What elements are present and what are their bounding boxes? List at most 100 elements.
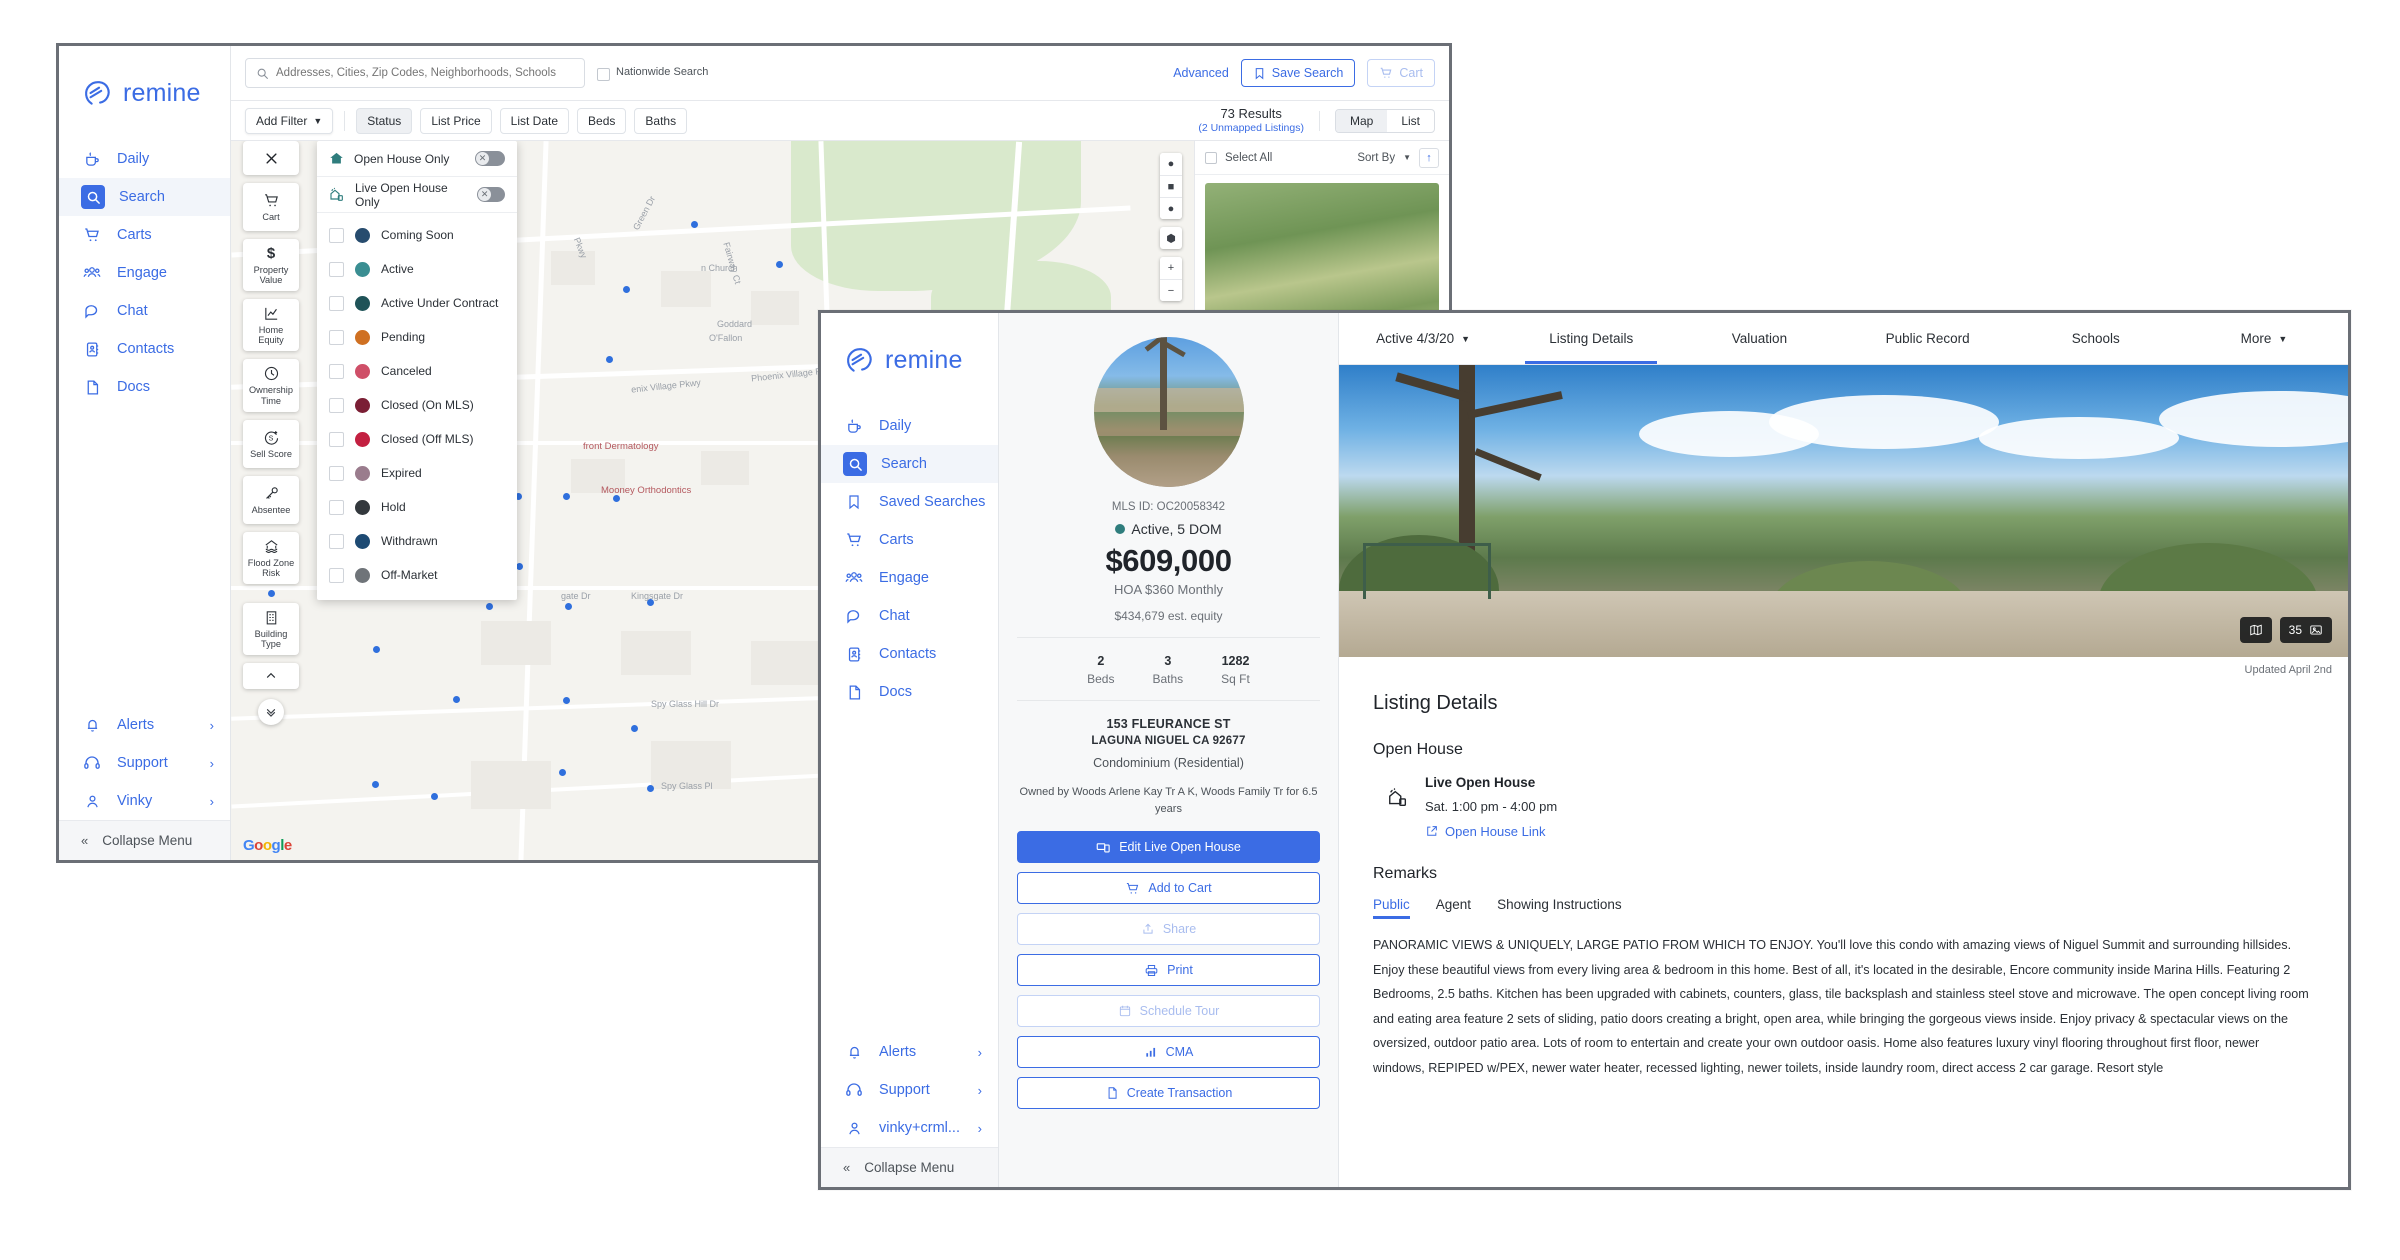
unmapped-listings[interactable]: (2 Unmapped Listings) (1198, 122, 1304, 135)
map-listing-dot[interactable] (559, 769, 566, 776)
save-search-button[interactable]: Save Search (1240, 59, 1356, 87)
schedule-tour-button[interactable]: Schedule Tour (1017, 995, 1320, 1027)
checkbox[interactable] (329, 567, 344, 583)
checkbox[interactable] (597, 67, 610, 81)
nationwide-search-checkbox[interactable]: Nationwide Search (597, 66, 708, 81)
search-input[interactable] (276, 67, 574, 79)
filter-list-price[interactable]: List Price (420, 107, 492, 134)
map-listing-dot[interactable] (776, 261, 783, 268)
remarks-tab-agent[interactable]: Agent (1436, 897, 1471, 919)
tab-more[interactable]: More ▼ (2180, 313, 2348, 364)
sort-by-label[interactable]: Sort By (1357, 152, 1395, 164)
remarks-tab-public[interactable]: Public (1373, 897, 1410, 919)
status-option-active[interactable]: Active (317, 252, 517, 286)
checkbox[interactable] (329, 363, 344, 379)
open-house-link[interactable]: Open House Link (1425, 824, 1557, 839)
checkbox[interactable] (329, 499, 344, 515)
create-transaction-button[interactable]: Create Transaction (1017, 1077, 1320, 1109)
map-listing-dot[interactable] (613, 495, 620, 502)
checkbox[interactable] (329, 227, 344, 243)
map-listing-dot[interactable] (431, 793, 438, 800)
checkbox[interactable] (329, 533, 344, 549)
status-option-canceled[interactable]: Canceled (317, 354, 517, 388)
sidebar-item-engage[interactable]: Engage (821, 559, 998, 597)
advanced-link[interactable]: Advanced (1173, 66, 1229, 80)
sidebar-item-daily[interactable]: Daily (59, 140, 230, 178)
remarks-tab-showing-instructions[interactable]: Showing Instructions (1497, 897, 1622, 919)
add-filter-button[interactable]: Add Filter ▼ (245, 107, 334, 134)
sort-direction-button[interactable]: ↑ (1419, 147, 1439, 168)
status-option-pending[interactable]: Pending (317, 320, 517, 354)
tool-sell-score[interactable]: S Sell Score (243, 419, 299, 468)
sidebar-item-support[interactable]: Support › (821, 1071, 998, 1109)
filter-baths[interactable]: Baths (634, 107, 688, 134)
status-option-active-under-contract[interactable]: Active Under Contract (317, 286, 517, 320)
map-listing-dot[interactable] (631, 725, 638, 732)
checkbox[interactable] (329, 295, 344, 311)
map-listing-dot[interactable] (373, 646, 380, 653)
zoom-out-button[interactable]: − (1160, 279, 1182, 301)
sidebar-item-chat[interactable]: Chat (821, 597, 998, 635)
photo-count-badge[interactable]: 35 (2279, 617, 2332, 643)
tool-property-value[interactable]: $ Property Value (243, 239, 299, 292)
search-input-wrap[interactable] (245, 58, 585, 88)
map-polygon-icon[interactable]: ⬢ (1160, 227, 1182, 249)
status-option-withdrawn[interactable]: Withdrawn (317, 524, 517, 558)
map-cursor-icon[interactable]: ● (1160, 153, 1182, 175)
map-listing-dot[interactable] (516, 563, 523, 570)
map-listing-dot[interactable] (623, 286, 630, 293)
sidebar-item-user[interactable]: Vinky › (59, 782, 230, 820)
sidebar-item-docs[interactable]: Docs (59, 368, 230, 406)
status-option-coming-soon[interactable]: Coming Soon (317, 218, 517, 252)
sidebar-item-contacts[interactable]: Contacts (821, 635, 998, 673)
print-button[interactable]: Print (1017, 954, 1320, 986)
map-view-badge[interactable] (2239, 617, 2272, 643)
sidebar-item-carts[interactable]: Carts (59, 216, 230, 254)
zoom-in-button[interactable]: + (1160, 257, 1182, 279)
collapse-menu-button[interactable]: « Collapse Menu (821, 1147, 998, 1187)
sidebar-item-engage[interactable]: Engage (59, 254, 230, 292)
property-thumbnail[interactable] (1093, 337, 1244, 487)
status-option-hold[interactable]: Hold (317, 490, 517, 524)
sidebar-item-search[interactable]: Search (59, 178, 230, 216)
filter-beds[interactable]: Beds (577, 107, 627, 134)
map-listing-dot[interactable] (647, 785, 654, 792)
select-all-checkbox[interactable] (1205, 151, 1217, 164)
sidebar-item-alerts[interactable]: Alerts › (821, 1033, 998, 1071)
tool-absentee[interactable]: Absentee (243, 475, 299, 524)
view-mode-toggle[interactable]: Map List (1334, 108, 1435, 133)
tab-listing-details[interactable]: Listing Details (1507, 313, 1675, 364)
map-listing-dot[interactable] (563, 493, 570, 500)
tool-flood-zone-risk[interactable]: Flood Zone Risk (243, 531, 299, 584)
sidebar-item-docs[interactable]: Docs (821, 673, 998, 711)
tool-cart[interactable]: Cart (243, 183, 299, 231)
map-listing-dot[interactable] (606, 356, 613, 363)
cma-button[interactable]: CMA (1017, 1036, 1320, 1068)
open-house-only-row[interactable]: Open House Only ✕ (317, 141, 517, 177)
tool-ownership-time[interactable]: Ownership Time (243, 359, 299, 412)
expand-tools-button[interactable] (258, 699, 284, 726)
status-option-closed-off-mls[interactable]: Closed (Off MLS) (317, 422, 517, 456)
map-listing-dot[interactable] (486, 603, 493, 610)
tab-public-record[interactable]: Public Record (1844, 313, 2012, 364)
tool-home-equity[interactable]: Home Equity (243, 299, 299, 352)
tab-valuation[interactable]: Valuation (1675, 313, 1843, 364)
live-open-house-only-toggle[interactable]: ✕ (477, 187, 505, 202)
tool-building-type[interactable]: Building Type (243, 602, 299, 656)
map-listing-dot[interactable] (453, 696, 460, 703)
map-listing-dot[interactable] (691, 221, 698, 228)
checkbox[interactable] (329, 261, 344, 277)
close-tool-panel-button[interactable] (243, 141, 299, 175)
tool-more[interactable] (243, 663, 299, 690)
collapse-menu-button[interactable]: « Collapse Menu (59, 820, 230, 860)
sidebar-item-search[interactable]: Search (821, 445, 998, 483)
sidebar-item-support[interactable]: Support › (59, 744, 230, 782)
map-listing-dot[interactable] (565, 603, 572, 610)
cart-button[interactable]: Cart (1367, 59, 1435, 87)
sidebar-item-contacts[interactable]: Contacts (59, 330, 230, 368)
edit-live-open-house-button[interactable]: Edit Live Open House (1017, 831, 1320, 863)
status-option-expired[interactable]: Expired (317, 456, 517, 490)
add-to-cart-button[interactable]: Add to Cart (1017, 872, 1320, 904)
status-option-closed-on-mls[interactable]: Closed (On MLS) (317, 388, 517, 422)
view-mode-map[interactable]: Map (1335, 109, 1388, 132)
